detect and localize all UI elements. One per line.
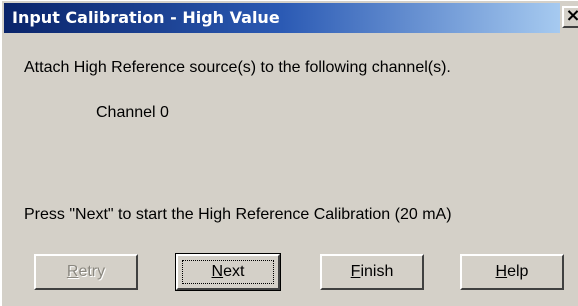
window-title: Input Calibration - High Value [12,8,280,27]
next-button[interactable]: Next [175,253,281,291]
retry-button[interactable]: Retry [34,254,138,290]
prompt-text: Press "Next" to start the High Reference… [24,206,452,223]
close-icon: × [565,5,578,26]
finish-button[interactable]: Finish [320,254,424,290]
help-button[interactable]: Help [460,254,564,290]
calibration-dialog: Input Calibration - High Value × Attach … [0,0,578,306]
title-bar[interactable]: Input Calibration - High Value [4,3,560,33]
instruction-text: Attach High Reference source(s) to the f… [24,59,451,76]
channel-label: Channel 0 [96,104,169,121]
close-button[interactable]: × [562,6,578,28]
